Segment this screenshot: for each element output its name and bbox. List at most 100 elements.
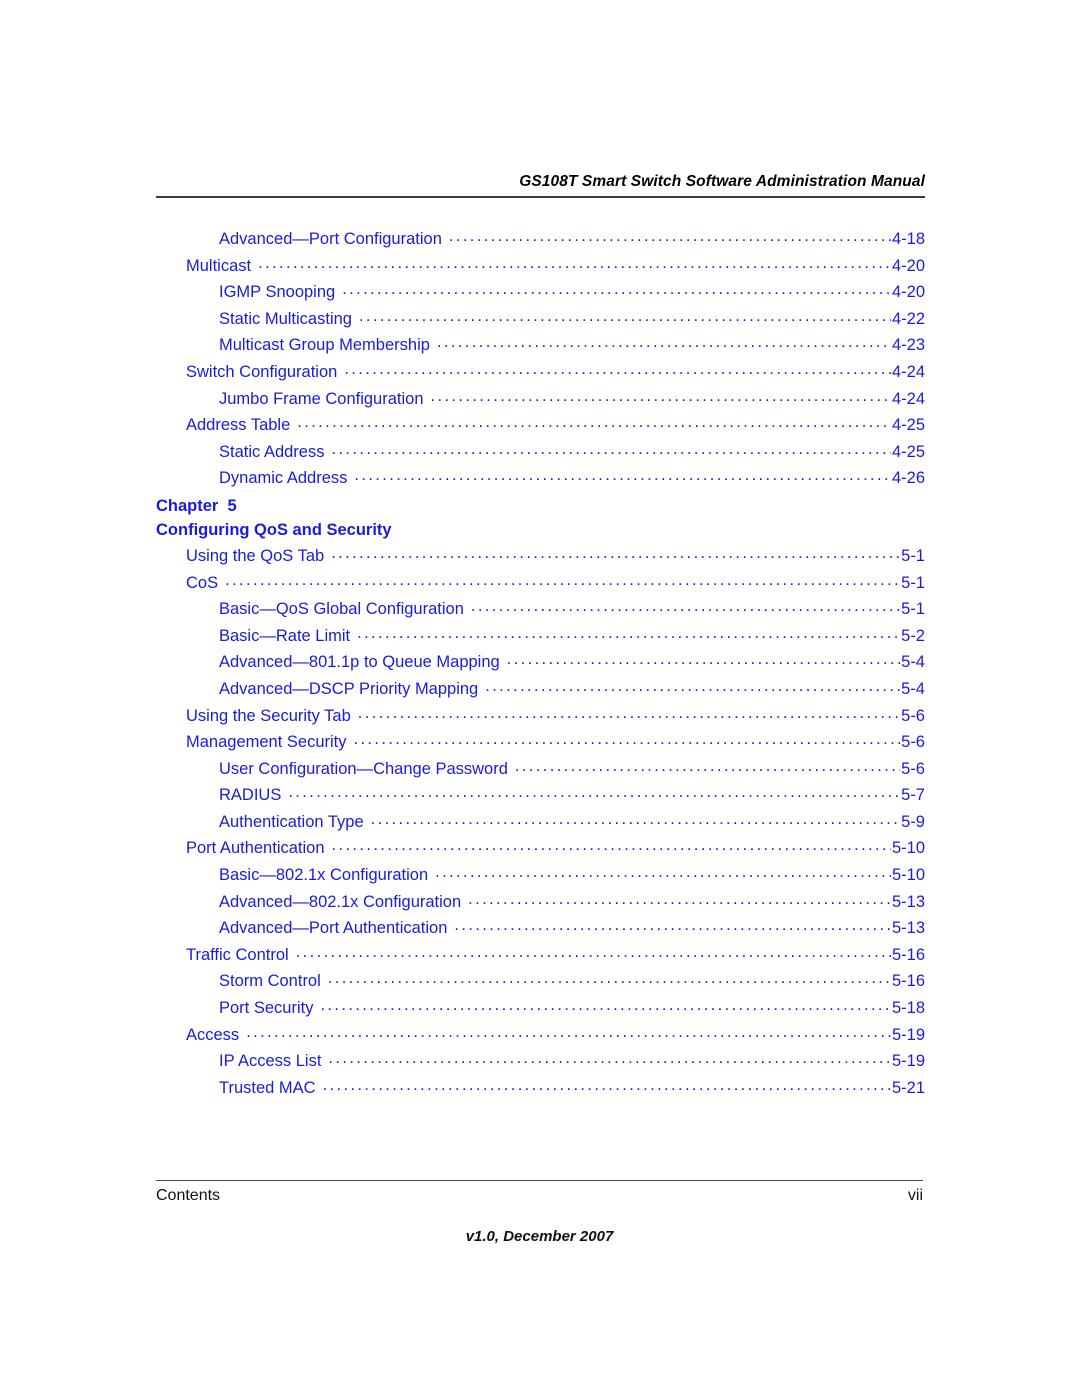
toc-entry-title: Basic—Rate Limit <box>219 626 351 645</box>
toc-entry[interactable]: Dynamic Address 4-26 <box>156 467 925 494</box>
toc-entry-title: Traffic Control <box>186 945 289 964</box>
toc-entry[interactable]: Advanced—Port Configuration 4-18 <box>156 228 925 255</box>
page-footer: Contents vii v1.0, December 2007 <box>156 1180 923 1245</box>
toc-entry-title: Advanced—Port Authentication <box>219 919 448 938</box>
toc-entry-title: Authentication Type <box>219 812 364 831</box>
toc-entry-page-number: 5-6 <box>901 759 925 778</box>
toc-dot-leader <box>431 388 891 404</box>
chapter-heading: Chapter 5 Configuring QoS and Security <box>156 494 925 545</box>
toc-entry[interactable]: CoS 5-1 <box>156 572 925 599</box>
toc-entry-title: Advanced—DSCP Priority Mapping <box>219 679 479 698</box>
table-of-contents: Advanced—Port Configuration 4-18 Multicast… <box>156 228 925 1103</box>
toc-entry-page-number: 5-6 <box>901 706 925 725</box>
toc-entry-page-number: 4-18 <box>891 230 925 248</box>
toc-entry[interactable]: Authentication Type 5-9 <box>156 811 925 838</box>
toc-entry[interactable]: IGMP Snooping 4-20 <box>156 281 925 308</box>
toc-dot-leader <box>359 308 891 324</box>
toc-entry-page-number: 5-4 <box>901 679 925 698</box>
toc-dot-leader <box>437 334 891 350</box>
toc-entry[interactable]: Basic—Rate Limit 5-2 <box>156 625 925 652</box>
chapter-label: Chapter <box>156 496 219 515</box>
toc-entry-title: Basic—802.1x Configuration <box>219 866 429 885</box>
toc-dot-leader <box>507 651 900 667</box>
chapter-number-line: Chapter 5 <box>156 494 925 518</box>
toc-dot-leader <box>454 917 891 933</box>
toc-entry-page-number: 5-13 <box>891 892 925 911</box>
toc-entry-page-number: 5-13 <box>891 919 925 938</box>
toc-entry[interactable]: Advanced—802.1x Configuration 5-13 <box>156 891 925 918</box>
toc-dot-leader <box>357 625 900 641</box>
toc-entry[interactable]: Basic—QoS Global Configuration 5-1 <box>156 598 925 625</box>
toc-entry[interactable]: Using the Security Tab 5-6 <box>156 705 925 732</box>
toc-entry[interactable]: Address Table 4-25 <box>156 414 925 441</box>
toc-entry-title: IGMP Snooping <box>219 283 336 302</box>
toc-dot-leader <box>485 678 900 694</box>
footer-rule <box>156 1180 923 1181</box>
toc-entry-page-number: 5-21 <box>891 1078 925 1097</box>
toc-entry[interactable]: Using the QoS Tab 5-1 <box>156 545 925 572</box>
toc-entry[interactable]: Storm Control 5-16 <box>156 970 925 997</box>
toc-entry[interactable]: RADIUS 5-7 <box>156 784 925 811</box>
toc-entry-title: Basic—QoS Global Configuration <box>219 600 464 619</box>
toc-entry-page-number: 4-20 <box>891 256 925 275</box>
toc-entry-page-number: 5-1 <box>901 573 925 592</box>
chapter-label-space <box>218 497 227 515</box>
toc-entry[interactable]: Traffic Control 5-16 <box>156 944 925 971</box>
toc-dot-leader <box>342 281 891 297</box>
toc-dot-leader <box>288 784 900 800</box>
toc-entry[interactable]: Multicast 4-20 <box>156 255 925 282</box>
toc-entry-title: Port Authentication <box>186 839 325 858</box>
toc-dot-leader <box>471 598 900 614</box>
toc-entry[interactable]: Multicast Group Membership 4-23 <box>156 334 925 361</box>
toc-dot-leader <box>246 1024 891 1040</box>
footer-version-line: v1.0, December 2007 <box>465 1228 614 1245</box>
toc-entry[interactable]: Advanced—801.1p to Queue Mapping 5-4 <box>156 651 925 678</box>
toc-entry[interactable]: Advanced—DSCP Priority Mapping 5-4 <box>156 678 925 705</box>
toc-dot-leader <box>328 1050 891 1066</box>
toc-entry-page-number: 5-18 <box>891 999 925 1018</box>
toc-entry[interactable]: Access 5-19 <box>156 1024 925 1051</box>
toc-dot-leader <box>331 441 890 457</box>
toc-entry-page-number: 5-1 <box>901 600 925 619</box>
toc-entry-page-number: 4-20 <box>891 283 925 302</box>
toc-entry-title: Address Table <box>186 416 291 435</box>
toc-dot-leader <box>344 361 891 377</box>
toc-entry-title: Trusted MAC <box>219 1078 316 1097</box>
toc-entry-title: Using the Security Tab <box>186 706 351 725</box>
toc-entry-page-number: 5-16 <box>891 972 925 991</box>
toc-entry[interactable]: Switch Configuration 4-24 <box>156 361 925 388</box>
toc-dot-leader <box>358 705 900 721</box>
toc-entry[interactable]: Advanced—Port Authentication 5-13 <box>156 917 925 944</box>
toc-entry-page-number: 4-25 <box>891 442 925 461</box>
page-header: GS108T Smart Switch Software Administrat… <box>156 172 925 198</box>
toc-entry-page-number: 5-19 <box>891 1052 925 1071</box>
footer-section-label: Contents <box>156 1187 221 1204</box>
toc-entry-page-number: 4-24 <box>891 362 925 381</box>
toc-entry-page-number: 5-10 <box>891 866 925 885</box>
toc-entry[interactable]: Static Address 4-25 <box>156 441 925 468</box>
toc-entry[interactable]: Basic—802.1x Configuration 5-10 <box>156 864 925 891</box>
toc-entry[interactable]: Port Authentication 5-10 <box>156 837 925 864</box>
toc-dot-leader <box>225 572 900 588</box>
toc-entry-page-number: 4-24 <box>891 389 925 408</box>
toc-dot-leader <box>328 970 891 986</box>
toc-entry-title: Management Security <box>186 733 347 752</box>
toc-entry[interactable]: Static Multicasting 4-22 <box>156 308 925 335</box>
header-title: GS108T Smart Switch Software Administrat… <box>519 173 925 190</box>
toc-dot-leader <box>320 997 891 1013</box>
toc-entry-title: Storm Control <box>219 972 321 991</box>
toc-dot-leader <box>297 414 891 430</box>
toc-entry[interactable]: User Configuration—Change Password 5-6 <box>156 758 925 785</box>
toc-entry-title: Multicast <box>186 256 252 275</box>
toc-entry[interactable]: Jumbo Frame Configuration 4-24 <box>156 388 925 415</box>
toc-dot-leader <box>332 837 891 853</box>
toc-dot-leader <box>258 255 891 271</box>
toc-entry[interactable]: Port Security 5-18 <box>156 997 925 1024</box>
toc-entry-title: Switch Configuration <box>186 362 338 381</box>
toc-entry-title: Multicast Group Membership <box>219 336 430 355</box>
chapter-number: 5 <box>227 496 237 515</box>
toc-entry[interactable]: Management Security 5-6 <box>156 731 925 758</box>
toc-entry[interactable]: Trusted MAC 5-21 <box>156 1077 925 1104</box>
toc-entry[interactable]: IP Access List 5-19 <box>156 1050 925 1077</box>
toc-entry-page-number: 4-26 <box>891 469 925 488</box>
